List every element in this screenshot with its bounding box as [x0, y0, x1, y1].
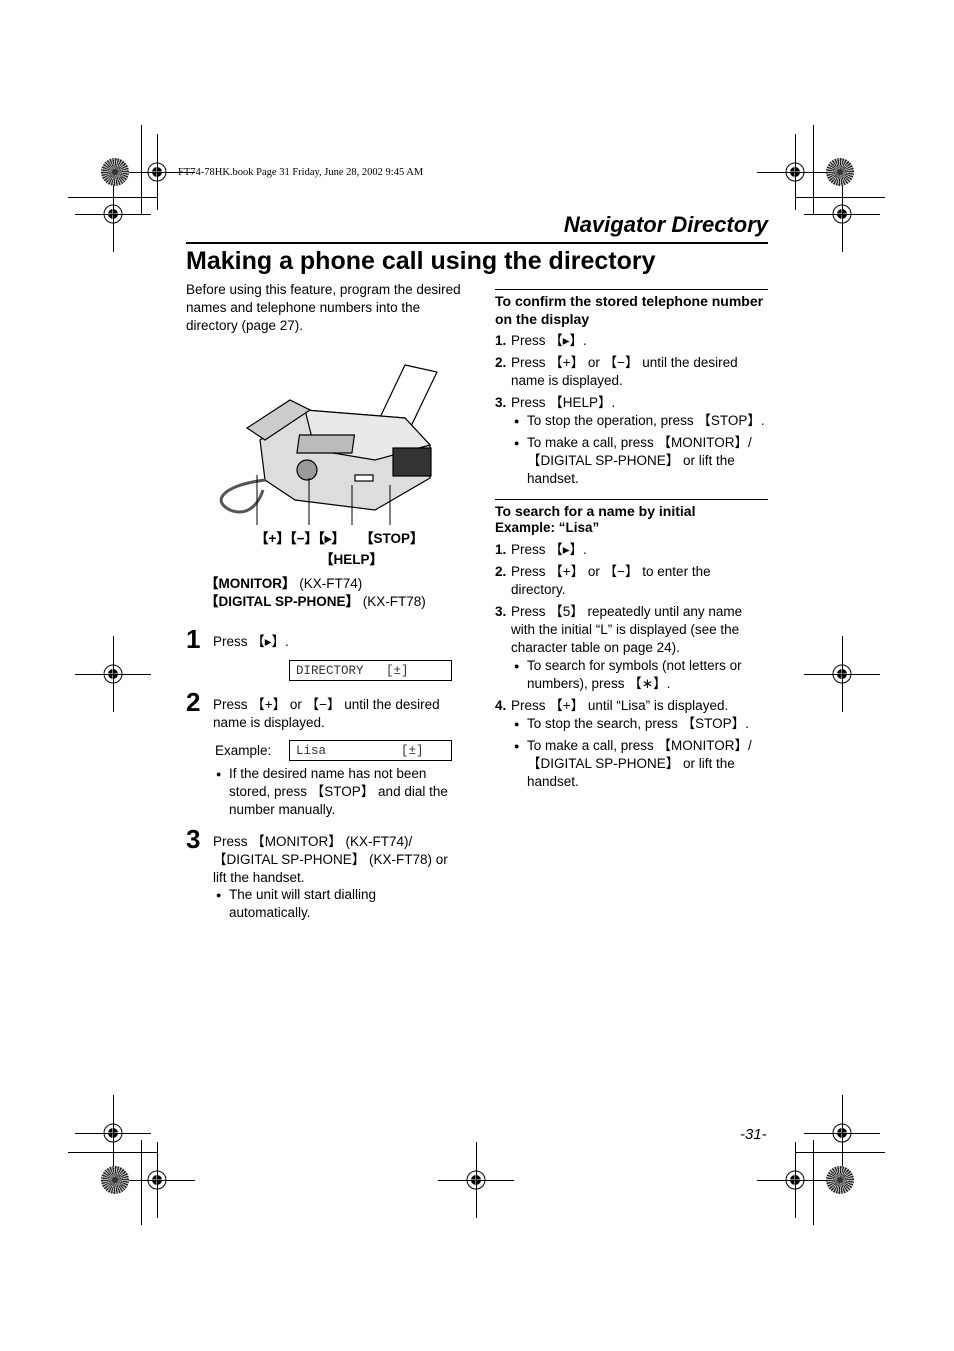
crop-line [842, 636, 843, 712]
bullet-list: To stop the search, press 【STOP】. To mak… [511, 715, 768, 791]
list-item: 3. Press 【5】 repeatedly until any name wi… [495, 603, 768, 693]
crop-line [842, 1095, 843, 1171]
page-title: Making a phone call using the directory [186, 247, 656, 275]
registration-target-icon [830, 1121, 852, 1143]
section-title: Navigator Directory [563, 212, 768, 237]
list-item: 2. Press 【+】 or 【−】 until the desired nam… [495, 355, 738, 388]
bullet-list: To search for symbols (not letters or nu… [511, 657, 768, 693]
registration-target-icon [101, 1121, 123, 1143]
crop-line [842, 176, 843, 252]
step-text: Press 【+】 or 【−】 until the desired name … [213, 697, 440, 730]
color-rosette-icon [826, 158, 854, 186]
monitor-model: (KX-FT74) [295, 576, 363, 591]
lcd-display-directory: DIRECTORY [±] [289, 660, 452, 681]
registration-target-icon [783, 160, 805, 182]
registration-target-icon [145, 1168, 167, 1190]
crop-line [795, 134, 796, 210]
bullet-item: To stop the operation, press 【STOP】. [511, 412, 768, 430]
book-info-line: FT74-78HK.book Page 31 Friday, June 28, … [178, 167, 424, 178]
color-rosette-icon [101, 158, 129, 186]
search-subtitle: Example: “Lisa” [495, 520, 600, 535]
confirm-title: To confirm the stored telephone number o… [495, 293, 764, 327]
callout-help: 【HELP】 [320, 552, 384, 567]
crop-line [476, 1142, 477, 1218]
bullet-item: To make a call, press 【MONITOR】/【DIGITAL… [511, 737, 768, 791]
subsection-divider [495, 499, 768, 500]
bullet-item: To search for symbols (not letters or nu… [511, 657, 768, 693]
registration-target-icon [145, 160, 167, 182]
bullet-item: If the desired name has not been stored,… [213, 765, 458, 819]
list-item: 1. Press 【▸】. [495, 542, 587, 557]
callout-digital-sp-phone: 【DIGITAL SP-PHONE】 (KX-FT78) [205, 590, 426, 610]
list-item: 4.Press 【+】 until “Lisa” is displayed. T… [495, 697, 768, 791]
callout-plus-minus-right: 【+】【−】【▸】 [255, 531, 346, 546]
registration-target-icon [783, 1168, 805, 1190]
digital-key-label: 【DIGITAL SP-PHONE】 [205, 594, 360, 609]
list-item: 3.Press 【HELP】. To stop the operation, p… [495, 394, 768, 488]
step-text: Press 【▸】. [213, 634, 289, 649]
monitor-key-label: 【MONITOR】 [205, 576, 296, 591]
crop-line [113, 176, 114, 252]
crop-line [157, 134, 158, 210]
step-bullets: The unit will start dialling automatical… [213, 886, 458, 922]
crop-line [141, 125, 142, 215]
digital-model: (KX-FT78) [359, 594, 426, 609]
title-divider [186, 242, 768, 244]
step-number: 2 [186, 687, 201, 717]
search-title: To search for a name by initial [495, 503, 696, 519]
registration-target-icon [830, 662, 852, 684]
registration-target-icon [464, 1168, 486, 1190]
page-number: -31- [740, 1126, 767, 1143]
crop-line [68, 1152, 158, 1153]
callout-monitor: 【MONITOR】 (KX-FT74) [205, 572, 362, 592]
example-label: Example: [215, 743, 272, 758]
search-steps: 1. Press 【▸】. 2. Press 【+】 or 【−】 to enter… [495, 541, 768, 795]
bullet-item: To stop the search, press 【STOP】. [511, 715, 768, 733]
step-text: Press 【MONITOR】 (KX-FT74)/ 【DIGITAL SP-P… [213, 834, 448, 885]
registration-target-icon [830, 202, 852, 224]
step-number: 1 [186, 624, 201, 654]
crop-line [795, 1152, 885, 1153]
crop-line [68, 197, 158, 198]
callout-stop: 【STOP】 [360, 531, 424, 546]
navigator-key [296, 459, 318, 481]
fax-machine-illustration [219, 364, 438, 525]
step-number: 3 [186, 824, 201, 854]
registration-target-icon [101, 202, 123, 224]
lcd-display-example: Lisa [±] [289, 740, 452, 761]
crop-line [113, 1095, 114, 1171]
crop-line [157, 1142, 158, 1218]
speaker-grille [392, 447, 432, 477]
crop-line [795, 197, 885, 198]
step-bullets: If the desired name has not been stored,… [213, 765, 458, 819]
bullet-item: The unit will start dialling automatical… [213, 886, 458, 922]
intro-paragraph: Before using this feature, program the d… [186, 282, 461, 333]
handset-cord [219, 478, 266, 514]
list-item: 1. Press 【▸】. [495, 333, 587, 348]
color-rosette-icon [101, 1166, 129, 1194]
color-rosette-icon [826, 1166, 854, 1194]
registration-target-icon [101, 662, 123, 684]
bullet-list: To stop the operation, press 【STOP】. To … [511, 412, 768, 488]
crop-line [795, 1142, 796, 1218]
list-item: 2. Press 【+】 or 【−】 to enter the director… [495, 564, 711, 597]
crop-line [113, 636, 114, 712]
crop-line [813, 125, 814, 215]
subsection-divider [495, 289, 768, 290]
confirm-steps: 1. Press 【▸】. 2. Press 【+】 or 【−】 until th… [495, 332, 768, 492]
bullet-item: To make a call, press 【MONITOR】/【DIGITAL… [511, 434, 768, 488]
